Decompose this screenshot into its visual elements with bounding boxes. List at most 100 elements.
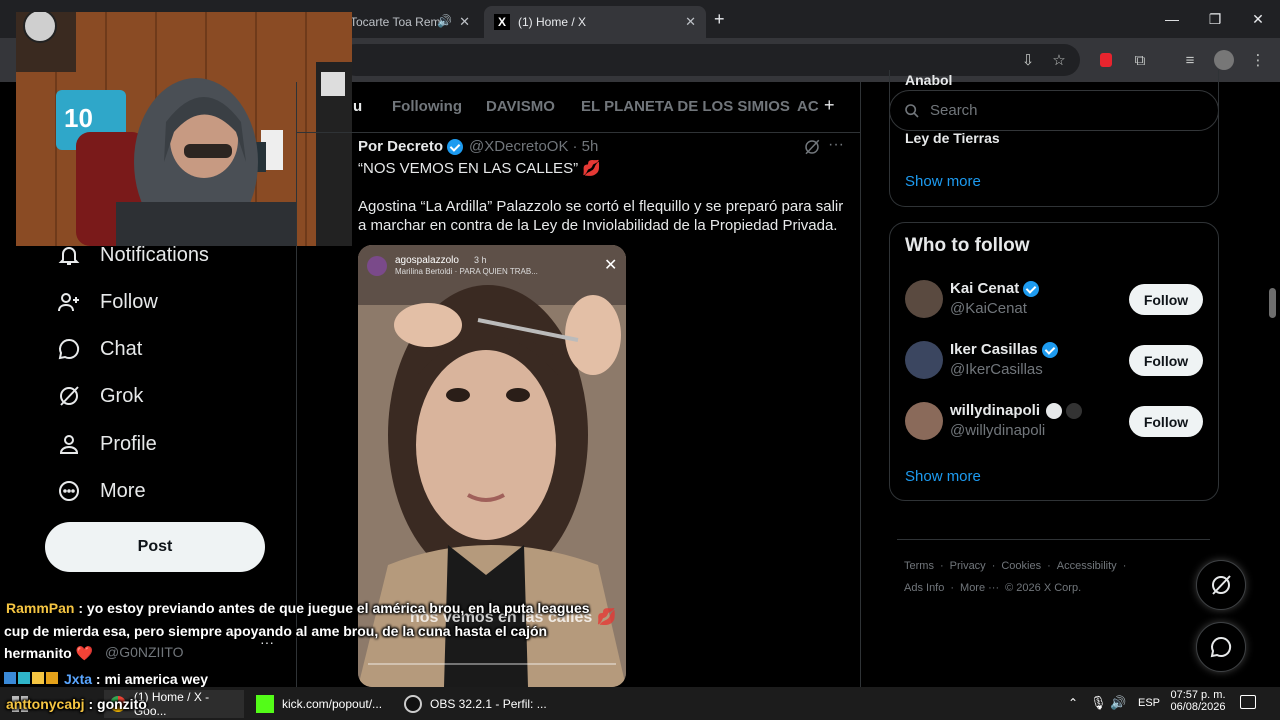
close-window-button[interactable]: ✕ — [1238, 8, 1278, 30]
microphone-icon[interactable]: 🎙 — [1090, 695, 1107, 711]
nav-grok[interactable]: Grok — [56, 381, 143, 411]
trends-show-more[interactable]: Show more — [905, 173, 981, 190]
nav-more[interactable]: More — [56, 476, 146, 506]
scrollbar-thumb[interactable] — [1269, 288, 1276, 318]
tab-title: (1) Home / X — [518, 15, 587, 29]
suggestion-name[interactable]: Kai Cenat — [950, 280, 1040, 297]
nav-label: Profile — [100, 432, 157, 455]
taskbar-kick[interactable]: kick.com/popout/... — [250, 690, 390, 718]
tab-title: Tocarte Toa Rem — [350, 15, 441, 29]
footer-row-1: Terms · Privacy · Cookies · Accessibility · — [904, 560, 1127, 572]
nav-notifications[interactable]: Notifications — [56, 240, 209, 270]
grok-explain-icon[interactable] — [803, 138, 821, 161]
nav-label: Notifications — [100, 243, 209, 266]
tweet-handle[interactable]: @XDecretoOK — [469, 138, 568, 155]
suggestion-handle[interactable]: @IkerCasillas — [950, 361, 1043, 378]
person-icon — [56, 431, 82, 457]
tweet-more-icon[interactable]: ··· — [828, 136, 844, 154]
tweet-header: Por Decreto @XDecretoOK · 5h — [358, 138, 598, 155]
new-tab-button[interactable]: + — [714, 9, 725, 30]
add-tab-button[interactable]: + — [824, 95, 835, 116]
speaker-icon[interactable]: 🔊 — [437, 14, 452, 28]
close-icon[interactable]: ✕ — [459, 14, 470, 30]
clock-time: 07:57 p. m. — [1170, 689, 1226, 701]
chat-message: anttonycabj : gonzito — [6, 696, 147, 712]
chat-text: gonzito — [97, 696, 147, 712]
verified-badge-icon — [1023, 280, 1040, 297]
tweet-media[interactable]: agospalazzolo 3 h Marilina Bertoldi · PA… — [358, 245, 626, 687]
clock[interactable]: 07:57 p. m. 06/08/2026 — [1170, 689, 1226, 713]
nav-profile[interactable]: Profile — [56, 429, 157, 459]
profile-avatar-icon[interactable] — [1212, 48, 1236, 72]
tweet-author[interactable]: Por Decreto — [358, 138, 443, 155]
messages-float-button[interactable] — [1196, 622, 1246, 672]
suggestion-name[interactable]: willydinapoli — [950, 402, 1083, 419]
grok-float-button[interactable] — [1196, 560, 1246, 610]
follow-button[interactable]: Follow — [1129, 284, 1203, 315]
tab-planeta-simios[interactable]: EL PLANETA DE LOS SIMIOS — [581, 98, 790, 115]
tab-following[interactable]: Following — [392, 98, 462, 115]
media-queue-icon[interactable]: ≡ — [1178, 48, 1202, 72]
who-to-follow-show-more[interactable]: Show more — [905, 468, 981, 485]
who-to-follow-title: Who to follow — [905, 235, 1030, 256]
browser-tab-x[interactable]: X (1) Home / X ✕ — [484, 6, 706, 38]
language-indicator[interactable]: ESP — [1138, 697, 1160, 709]
tweet-time[interactable]: · 5h — [572, 138, 598, 155]
suggestion-handle[interactable]: @willydinapoli — [950, 422, 1045, 439]
suggestion-name-text: Kai Cenat — [950, 280, 1020, 297]
footer-accessibility[interactable]: Accessibility — [1057, 560, 1117, 572]
browser-menu-icon[interactable]: ⋮ — [1246, 48, 1270, 72]
tray-expand-icon[interactable]: ⌃ — [1068, 696, 1078, 710]
minimize-button[interactable]: — — [1152, 8, 1192, 30]
footer-cookies[interactable]: Cookies — [1001, 560, 1041, 572]
chat-message: Jxta : mi america wey — [4, 671, 208, 687]
nav-follow[interactable]: Follow — [56, 287, 158, 317]
chat-text: yo estoy previando antes de que juegue e… — [86, 600, 590, 616]
avatar[interactable] — [905, 280, 943, 318]
footer-more[interactable]: More ··· — [960, 582, 999, 594]
nav-chat[interactable]: Chat — [56, 334, 142, 364]
close-icon[interactable]: ✕ — [685, 14, 696, 30]
maximize-button[interactable]: ❐ — [1195, 8, 1235, 30]
browser-tab-music[interactable]: Tocarte Toa Rem 🔊 ✕ — [340, 6, 480, 38]
footer-terms[interactable]: Terms — [904, 560, 934, 572]
white-circle-icon — [1046, 402, 1063, 419]
extensions-puzzle-icon[interactable]: ⧉ — [1128, 48, 1152, 72]
suggestion-name-text: willydinapoli — [950, 402, 1041, 419]
extension-red-icon[interactable] — [1094, 48, 1118, 72]
footer-row-2: Ads Info · More ··· © 2026 X Corp. — [904, 582, 1082, 594]
avatar[interactable] — [905, 402, 943, 440]
bookmark-star-icon[interactable]: ☆ — [1047, 48, 1071, 72]
suggestion-handle[interactable]: @KaiCenat — [950, 300, 1027, 317]
trend-item[interactable]: Ley de Tierras — [905, 130, 1000, 146]
footer-ads-info[interactable]: Ads Info — [904, 582, 944, 594]
suggestion-name[interactable]: Iker Casillas — [950, 341, 1058, 358]
footer-divider — [897, 539, 1210, 540]
tab-davismo[interactable]: DAVISMO — [486, 98, 555, 115]
follow-button[interactable]: Follow — [1129, 345, 1203, 376]
follow-button[interactable]: Follow — [1129, 406, 1203, 437]
clock-date: 06/08/2026 — [1170, 701, 1226, 713]
story-song: Marilina Bertoldi · PARA QUIEN TRAB... — [395, 267, 538, 276]
badge-icon — [46, 672, 58, 684]
nav-label: Follow — [100, 290, 158, 313]
install-app-icon[interactable]: ⇩ — [1016, 48, 1040, 72]
chat-message-continued: hermanito ❤️ — [4, 645, 93, 661]
notifications-icon[interactable] — [1240, 695, 1256, 709]
tab-for-you[interactable]: u — [353, 98, 362, 115]
chat-bubble-icon — [1210, 636, 1232, 658]
obs-icon — [404, 695, 422, 713]
tweet-body: Agostina “La Ardilla” Palazzolo se cortó… — [358, 198, 844, 234]
post-button[interactable]: Post — [45, 522, 265, 572]
tab-ac[interactable]: AC — [797, 98, 819, 115]
chat-user: RammPan — [6, 600, 75, 616]
verified-badge-icon — [1041, 341, 1058, 358]
avatar[interactable] — [905, 341, 943, 379]
verified-badge-icon — [447, 138, 464, 155]
footer-copyright: © 2026 X Corp. — [1005, 582, 1082, 594]
volume-icon[interactable]: 🔊 — [1110, 695, 1126, 711]
nav-label: Chat — [100, 337, 143, 360]
taskbar-obs[interactable]: OBS 32.2.1 - Perfil: ... — [398, 690, 548, 718]
kick-icon — [256, 695, 274, 713]
footer-privacy[interactable]: Privacy — [950, 560, 986, 572]
